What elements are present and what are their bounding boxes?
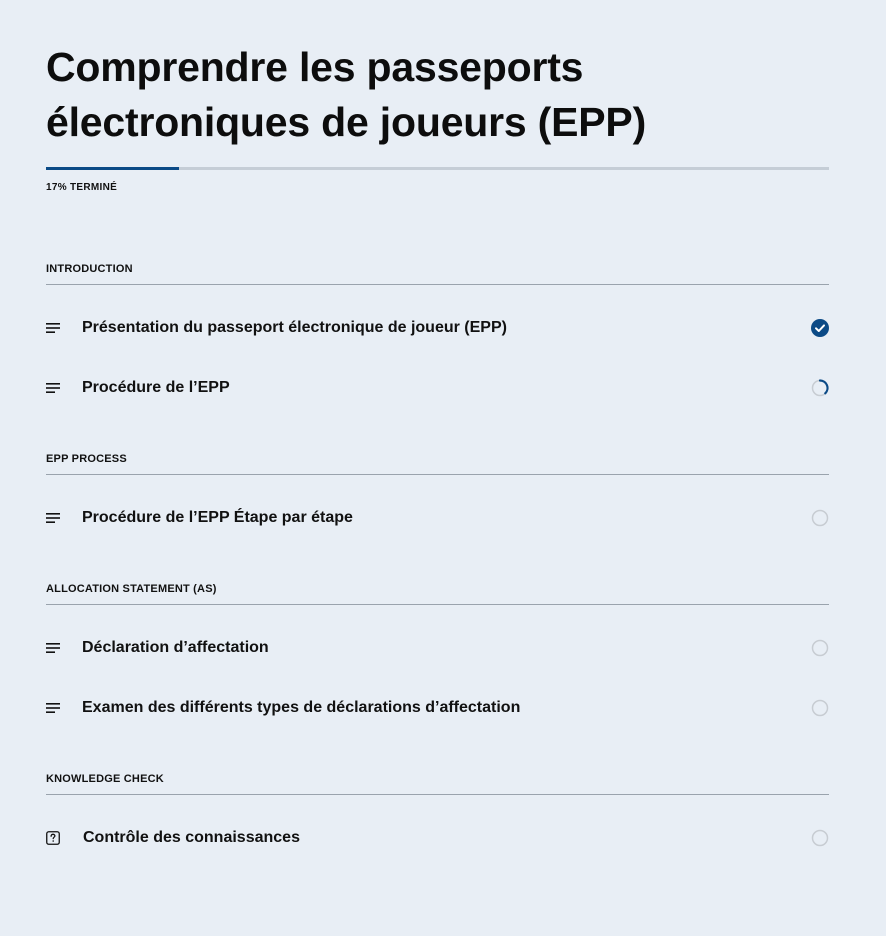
not-started-icon — [811, 699, 829, 717]
completed-check-icon — [811, 319, 829, 337]
lines-icon — [46, 701, 60, 715]
section-epp-process: EPP PROCESS Procédure de l’EPP Étape par… — [46, 452, 829, 548]
quiz-icon — [46, 831, 60, 845]
lesson-item[interactable]: Procédure de l’EPP — [46, 358, 829, 418]
lines-icon — [46, 381, 60, 395]
lesson-item[interactable]: Examen des différents types de déclarati… — [46, 678, 829, 738]
progress-label: 17% TERMINÉ — [46, 182, 118, 193]
course-title: Comprendre les passeports électroniques … — [46, 44, 647, 145]
lines-icon — [46, 641, 60, 655]
lesson-item[interactable]: Déclaration d’affectation — [46, 618, 829, 678]
lesson-title: Procédure de l’EPP Étape par étape — [82, 509, 353, 526]
lines-icon — [46, 511, 60, 525]
lesson-title: Déclaration d’affectation — [82, 639, 269, 656]
section-header: INTRODUCTION — [46, 262, 829, 285]
section-knowledge-check: KNOWLEDGE CHECK Contrôle des connaissanc… — [46, 772, 829, 868]
lines-icon — [46, 321, 60, 335]
section-allocation-statement: ALLOCATION STATEMENT (AS) Déclaration d’… — [46, 582, 829, 738]
lesson-title: Examen des différents types de déclarati… — [82, 699, 521, 716]
lesson-title: Présentation du passeport électronique d… — [82, 319, 507, 336]
section-header: ALLOCATION STATEMENT (AS) — [46, 582, 829, 605]
in-progress-icon — [811, 379, 829, 397]
progress-bar — [46, 167, 829, 170]
not-started-icon — [811, 829, 829, 847]
lesson-title: Procédure de l’EPP — [82, 379, 230, 396]
lesson-item[interactable]: Procédure de l’EPP Étape par étape — [46, 488, 829, 548]
lesson-item[interactable]: Contrôle des connaissances — [46, 808, 829, 868]
not-started-icon — [811, 509, 829, 527]
section-header: KNOWLEDGE CHECK — [46, 772, 829, 795]
progress-bar-fill — [46, 167, 180, 170]
section-header: EPP PROCESS — [46, 452, 829, 475]
section-introduction: INTRODUCTION Présentation du passeport é… — [46, 262, 829, 418]
not-started-icon — [811, 639, 829, 657]
lesson-item[interactable]: Présentation du passeport électronique d… — [46, 298, 829, 358]
lesson-title: Contrôle des connaissances — [83, 829, 300, 846]
